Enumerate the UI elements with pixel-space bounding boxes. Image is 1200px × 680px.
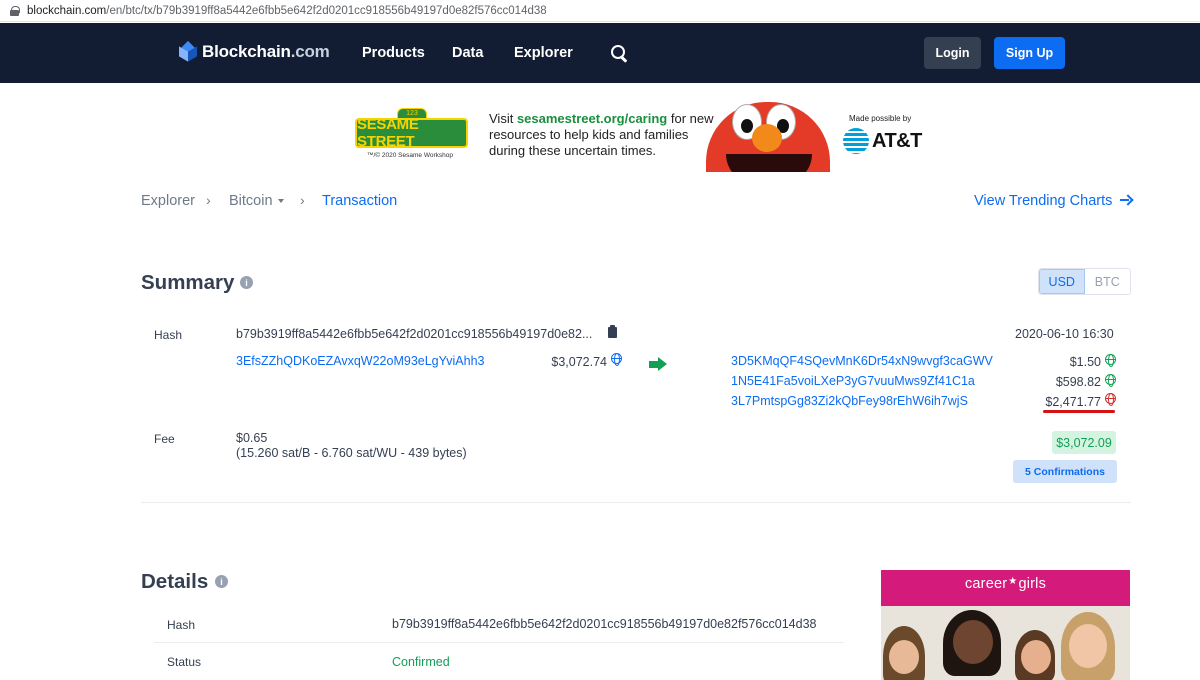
red-underline-annotation — [1043, 410, 1115, 413]
info-icon[interactable]: i — [240, 276, 253, 289]
career-girls-logo: career★girls — [964, 576, 1047, 592]
currency-usd-button[interactable]: USD — [1039, 269, 1085, 294]
details-status-value: Confirmed — [392, 655, 450, 669]
transaction-timestamp: 2020-06-10 16:30 — [1015, 327, 1114, 341]
career-girls-photo — [881, 606, 1130, 680]
details-status-label: Status — [167, 655, 202, 669]
hash-value: b79b3919ff8a5442e6fbb5e642f2d0201cc91855… — [236, 327, 593, 341]
top-navigation: Blockchain.com Products Data Explorer Lo… — [0, 23, 1200, 83]
breadcrumb-separator-icon: › — [300, 192, 305, 208]
brand-logo[interactable]: Blockchain.com — [179, 40, 330, 62]
view-trending-charts-link[interactable]: View Trending Charts — [974, 193, 1112, 209]
career-girls-ad[interactable]: career★girls — [881, 570, 1130, 680]
info-icon[interactable]: i — [215, 575, 228, 588]
output-amount: $2,471.77 — [1045, 395, 1101, 409]
ad-link[interactable]: sesamestreet.org/caring — [517, 111, 667, 126]
confirmations-badge: 5 Confirmations — [1013, 460, 1117, 483]
breadcrumb-explorer[interactable]: Explorer — [141, 193, 195, 209]
output-amount: $598.82 — [1055, 375, 1101, 389]
arrow-right-icon[interactable] — [1120, 195, 1131, 205]
globe-icon[interactable] — [611, 352, 622, 366]
globe-icon[interactable] — [1105, 353, 1116, 367]
summary-title: Summary — [141, 271, 235, 294]
output-address-link[interactable]: 3L7PmtspGg83Zi2kQbFey98rEhW6ih7wjS — [731, 394, 968, 408]
chevron-down-icon — [277, 199, 284, 204]
browser-address-bar[interactable]: blockchain.com/en/btc/tx/b79b3919ff8a544… — [0, 0, 1200, 22]
breadcrumb-separator-icon: › — [206, 192, 211, 208]
star-icon: ★ — [1008, 576, 1018, 587]
sesame-copyright: ™/© 2020 Sesame Workshop — [367, 152, 453, 159]
nav-data[interactable]: Data — [452, 45, 483, 61]
breadcrumb-bitcoin[interactable]: Bitcoin — [229, 193, 284, 209]
url-domain: blockchain.com — [27, 4, 107, 17]
lock-icon — [10, 5, 20, 16]
search-icon[interactable] — [611, 45, 628, 62]
globe-icon[interactable] — [1105, 373, 1116, 387]
nav-products[interactable]: Products — [362, 45, 425, 61]
url-path: /en/btc/tx/b79b3919ff8a5442e6fbb5e642f2d… — [106, 4, 547, 17]
elmo-illustration — [706, 98, 830, 172]
hash-label: Hash — [154, 328, 183, 342]
login-button[interactable]: Login — [924, 37, 981, 69]
fee-label: Fee — [154, 432, 175, 446]
fee-value: $0.65 — [236, 431, 268, 445]
details-hash-value: b79b3919ff8a5442e6fbb5e642f2d0201cc91855… — [392, 617, 817, 631]
blockchain-logo-icon — [179, 40, 197, 62]
att-logo-text: AT&T — [872, 129, 922, 152]
output-amount: $1.50 — [1069, 355, 1101, 369]
att-globe-icon — [843, 128, 869, 154]
currency-btc-button[interactable]: BTC — [1085, 269, 1130, 294]
output-address-link[interactable]: 1N5E41Fa5voiLXeP3yG7vuuMws9Zf41C1a — [731, 374, 975, 388]
sesame-street-ad-banner[interactable]: 123 SESAME STREET ™/© 2020 Sesame Worksh… — [350, 96, 930, 172]
globe-icon[interactable] — [1105, 392, 1116, 406]
sesame-logo-text: SESAME STREET — [355, 116, 468, 150]
currency-toggle: USD BTC — [1038, 268, 1131, 295]
made-possible-text: Made possible by — [849, 114, 912, 123]
input-address-link[interactable]: 3EfsZZhQDKoEZAvxqW22oM93eLgYviAhh3 — [236, 354, 485, 368]
output-address-link[interactable]: 3D5KMqQF4SQevMnK6Dr54xN9wvgf3caGWV — [731, 354, 993, 368]
fee-detail: (15.260 sat/B - 6.760 sat/WU - 439 bytes… — [236, 446, 467, 460]
arrow-right-icon — [649, 357, 667, 371]
total-output-badge: $3,072.09 — [1052, 431, 1116, 454]
breadcrumb-transaction[interactable]: Transaction — [322, 193, 397, 209]
copy-icon[interactable] — [608, 325, 617, 338]
signup-button[interactable]: Sign Up — [994, 37, 1065, 69]
input-amount: $3,072.74 — [551, 355, 607, 369]
ad-message: Visit sesamestreet.org/caring for new re… — [489, 111, 714, 158]
brand-name: Blockchain.com — [202, 42, 330, 61]
details-title: Details — [141, 570, 209, 593]
section-divider — [141, 502, 1131, 503]
url-text[interactable]: blockchain.com/en/btc/tx/b79b3919ff8a544… — [27, 5, 547, 17]
details-hash-label: Hash — [167, 618, 196, 632]
att-sponsor: Made possible by AT&T — [843, 114, 922, 154]
nav-explorer[interactable]: Explorer — [514, 45, 573, 61]
sesame-street-logo: 123 SESAME STREET ™/© 2020 Sesame Worksh… — [355, 106, 468, 160]
row-divider — [154, 642, 844, 643]
